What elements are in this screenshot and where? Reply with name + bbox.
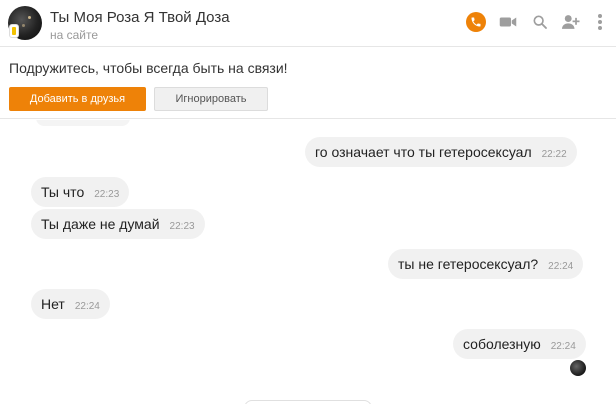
contact-name[interactable]: Ты Моя Роза Я Твой Доза xyxy=(50,9,230,26)
message-text: го означает что ты гетеросексуал xyxy=(315,144,532,160)
message-time: 22:23 xyxy=(169,220,195,232)
message-text: Ты даже не думай xyxy=(41,216,160,232)
contact-status: на сайте xyxy=(50,28,99,42)
message-outgoing[interactable]: ты не гетеросексуал? 22:24 xyxy=(388,249,584,279)
message-text: соболезную xyxy=(463,336,541,352)
message-incoming[interactable]: Ты даже не думай 22:23 xyxy=(31,209,205,239)
message-text: Нет xyxy=(41,296,65,312)
message-incoming[interactable]: Ты что 22:23 xyxy=(31,177,130,207)
more-icon[interactable] xyxy=(590,12,610,32)
message-time: 22:24 xyxy=(74,300,100,312)
add-user-icon[interactable] xyxy=(561,12,581,32)
video-icon[interactable] xyxy=(498,12,518,32)
mobile-online-icon xyxy=(9,24,19,38)
message-time: 22:24 xyxy=(550,340,576,352)
message-outgoing[interactable]: соболезную 22:24 xyxy=(453,329,586,359)
new-messages-pill[interactable] xyxy=(244,400,372,404)
message-time: 22:23 xyxy=(94,188,120,200)
chat-header: Ты Моя Роза Я Твой Доза на сайте xyxy=(0,0,616,47)
message-incoming[interactable]: Нет 22:24 xyxy=(31,289,110,319)
message-time: 22:22 xyxy=(541,148,567,160)
search-icon[interactable] xyxy=(530,12,550,32)
message-text: Ты что xyxy=(41,184,85,200)
ignore-button[interactable]: Игнорировать xyxy=(154,87,268,111)
message-time: 22:24 xyxy=(548,260,574,272)
friend-request-panel: Подружитесь, чтобы всегда быть на связи!… xyxy=(0,47,616,119)
read-receipt-avatar xyxy=(570,360,586,376)
message-list[interactable]: го означает что ты гетеросексуал 22:22 Т… xyxy=(0,120,616,404)
message-text: ты не гетеросексуал? xyxy=(398,256,539,272)
phone-icon[interactable] xyxy=(466,12,486,32)
friend-prompt-text: Подружитесь, чтобы всегда быть на связи! xyxy=(9,60,288,76)
message-outgoing[interactable]: го означает что ты гетеросексуал 22:22 xyxy=(305,137,577,167)
previous-message-bubble xyxy=(36,120,130,126)
add-friend-button[interactable]: Добавить в друзья xyxy=(9,87,146,111)
